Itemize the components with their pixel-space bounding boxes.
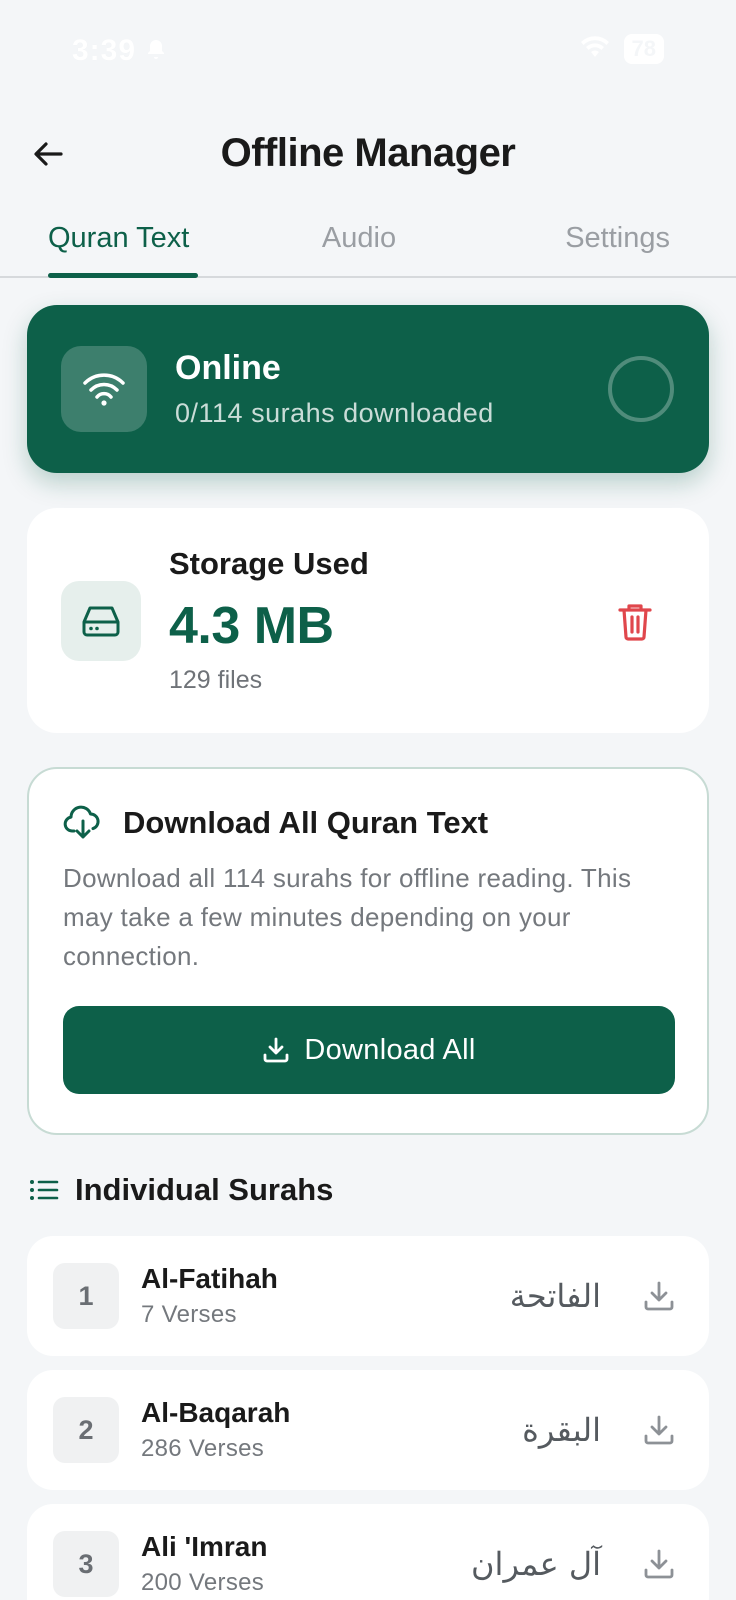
download-all-card: Download All Quran Text Download all 114… [27, 767, 709, 1135]
download-progress-ring [608, 356, 674, 422]
active-tab-indicator [48, 273, 198, 278]
surah-name: Al-Baqarah [141, 1397, 291, 1428]
cloud-download-icon [63, 805, 100, 839]
online-status-text: Online 0/114 surahs downloaded [175, 349, 607, 429]
page-title: Offline Manager [220, 130, 516, 175]
section-title: Individual Surahs [75, 1172, 334, 1207]
surah-verse-count: 286 Verses [141, 1435, 265, 1462]
download-card-title: Download All Quran Text [123, 805, 489, 840]
tab-bar: Quran Text Audio Settings [0, 200, 736, 278]
storage-file-count: 129 files [169, 666, 263, 694]
surah-row[interactable]: 1 Al-Fatihah 7 Verses الفاتحة [27, 1236, 709, 1356]
download-icon [644, 1281, 674, 1311]
download-count: 0/114 surahs downloaded [175, 398, 494, 428]
tab-audio[interactable]: Audio [255, 200, 462, 276]
surah-list: 1 Al-Fatihah 7 Verses الفاتحة 2 Al-Baqar… [27, 1236, 709, 1600]
notification-bell-icon [144, 37, 168, 66]
download-icon [644, 1549, 674, 1579]
download-icon [644, 1415, 674, 1445]
surah-row[interactable]: 3 Ali 'Imran 200 Verses آل عمران [27, 1504, 709, 1600]
storage-card: Storage Used 4.3 MB 129 files [27, 508, 709, 733]
wifi-status-icon [580, 35, 610, 64]
tab-label: Audio [321, 221, 397, 254]
surah-row[interactable]: 2 Al-Baqarah 286 Verses البقرة [27, 1370, 709, 1490]
app-header: Offline Manager [0, 118, 736, 188]
download-card-header: Download All Quran Text [63, 805, 673, 841]
drive-icon-container [61, 580, 141, 661]
clear-storage-button[interactable] [607, 593, 663, 649]
surah-download-button[interactable] [635, 1540, 683, 1588]
download-icon [263, 1037, 289, 1063]
surah-name: Al-Fatihah [141, 1263, 278, 1294]
trash-icon [618, 603, 652, 641]
tab-settings[interactable]: Settings [463, 200, 736, 276]
back-button[interactable] [26, 132, 70, 176]
status-bar: 3:39 78 [0, 0, 736, 110]
tab-label: Settings [565, 221, 670, 254]
storage-label: Storage Used [169, 546, 369, 581]
surah-info: Al-Fatihah 7 Verses [141, 1263, 510, 1329]
surah-number: 1 [53, 1263, 119, 1329]
surah-verse-count: 200 Verses [141, 1569, 265, 1596]
wifi-icon-container [61, 346, 147, 432]
status-time: 3:39 [72, 34, 137, 67]
surah-number: 3 [53, 1531, 119, 1597]
surah-download-button[interactable] [635, 1406, 683, 1454]
hard-drive-icon [82, 606, 120, 636]
arrow-left-icon [34, 142, 63, 166]
surah-arabic-name: الفاتحة [509, 1277, 601, 1315]
download-card-description: Download all 114 surahs for offline read… [63, 863, 632, 971]
download-all-label: Download All [304, 1033, 476, 1066]
surahs-section-header: Individual Surahs [29, 1172, 333, 1208]
online-status-title: Online [175, 349, 281, 387]
surah-arabic-name: آل عمران [471, 1545, 601, 1583]
online-status-card: Online 0/114 surahs downloaded [27, 305, 709, 473]
tab-quran-text[interactable]: Quran Text [0, 200, 255, 278]
surah-arabic-name: البقرة [522, 1411, 601, 1449]
storage-info: Storage Used 4.3 MB 129 files [169, 546, 607, 695]
surah-verse-count: 7 Verses [141, 1301, 237, 1328]
surah-number: 2 [53, 1397, 119, 1463]
surah-info: Ali 'Imran 200 Verses [141, 1531, 471, 1597]
storage-value: 4.3 MB [169, 597, 334, 655]
surah-info: Al-Baqarah 286 Verses [141, 1397, 522, 1463]
download-all-button[interactable]: Download All [63, 1006, 675, 1094]
status-right: 78 [580, 34, 664, 64]
tab-label: Quran Text [48, 221, 190, 254]
surah-name: Ali 'Imran [141, 1531, 268, 1562]
wifi-icon [83, 373, 125, 406]
surah-download-button[interactable] [635, 1272, 683, 1320]
list-icon [30, 1180, 59, 1200]
battery-indicator: 78 [623, 34, 664, 64]
status-left: 3:39 [72, 34, 168, 68]
